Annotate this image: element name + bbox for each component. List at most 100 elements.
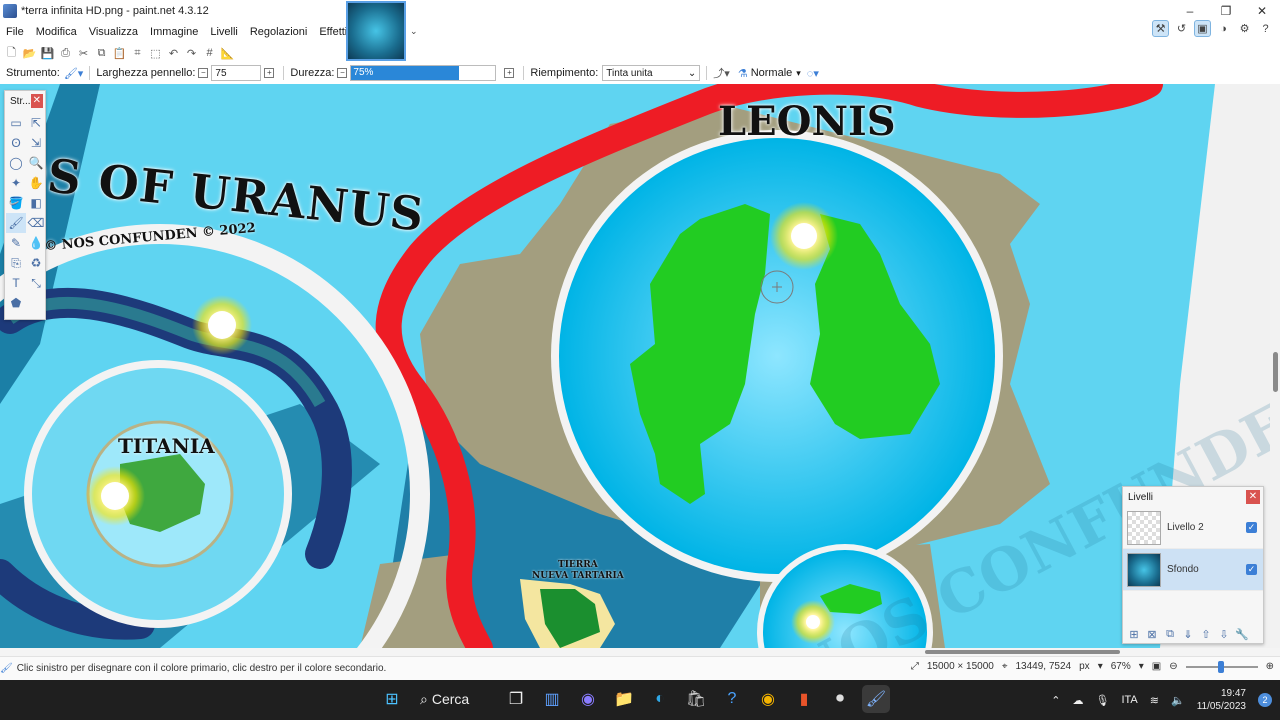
help-icon[interactable]: ? xyxy=(1257,20,1274,37)
clone-stamp-icon[interactable]: ⎘ xyxy=(6,253,26,273)
brush-width-input[interactable]: 75 xyxy=(211,65,262,81)
menu-immagine[interactable]: Immagine xyxy=(144,26,204,38)
maximize-button[interactable]: ❐ xyxy=(1208,0,1244,22)
lasso-select-icon[interactable]: ʘ xyxy=(6,133,26,153)
zoom-fit-icon[interactable]: ▣ xyxy=(1152,661,1161,672)
add-layer-icon[interactable]: ⊞ xyxy=(1127,627,1141,641)
merge-down-icon[interactable]: ⇓ xyxy=(1181,627,1195,641)
color-picker-icon[interactable]: 💧 xyxy=(26,233,46,253)
menu-livelli[interactable]: Livelli xyxy=(204,26,244,38)
paintbrush-icon[interactable]: 🖌▾ xyxy=(64,67,84,80)
layers-panel-close-icon[interactable]: ✕ xyxy=(1246,490,1260,504)
zoom-in-icon[interactable]: ⊕ xyxy=(1266,661,1274,672)
hardness-increase-button[interactable]: + xyxy=(504,68,515,78)
onedrive-icon[interactable]: ☁ xyxy=(1073,694,1084,707)
tools-panel-close-icon[interactable]: ✕ xyxy=(30,94,43,108)
gradient-icon[interactable]: ◧ xyxy=(26,193,46,213)
recolor-icon[interactable]: ♻ xyxy=(26,253,46,273)
language-indicator[interactable]: ITA xyxy=(1121,694,1137,706)
store-icon[interactable]: 🛍 xyxy=(682,685,710,713)
teams-chat-icon[interactable]: ◉ xyxy=(574,685,602,713)
microphone-icon[interactable]: 🎙 xyxy=(1096,694,1110,707)
blend-mode-icon[interactable]: ⚗ xyxy=(738,67,748,80)
ellipse-select-icon[interactable]: ◯ xyxy=(6,153,26,173)
shapes-icon[interactable]: ⬟ xyxy=(6,293,26,313)
text-icon[interactable]: T xyxy=(6,273,26,293)
paintnet-taskbar-icon[interactable]: 🖌 xyxy=(862,685,890,713)
tools-window-toggle-icon[interactable]: ⚒ xyxy=(1152,20,1169,37)
new-file-icon[interactable]: 🗋 xyxy=(4,46,19,61)
units-select[interactable]: px xyxy=(1079,661,1090,672)
layer-row-sfondo[interactable]: Sfondo ✓ xyxy=(1123,549,1263,591)
delete-layer-icon[interactable]: ⊠ xyxy=(1145,627,1159,641)
menu-file[interactable]: File xyxy=(0,26,30,38)
history-window-toggle-icon[interactable]: ↺ xyxy=(1173,20,1190,37)
menu-visualizza[interactable]: Visualizza xyxy=(83,26,144,38)
image-tab-thumbnail[interactable] xyxy=(346,1,406,61)
recorder-icon[interactable]: ⏺ xyxy=(826,685,854,713)
paint-bucket-icon[interactable]: 🪣 xyxy=(6,193,26,213)
move-selection-icon[interactable]: ⇲ xyxy=(26,133,46,153)
image-tabs-dropdown-icon[interactable]: ⌄ xyxy=(410,26,418,37)
copy-icon[interactable]: ⧉ xyxy=(94,46,109,61)
layer-properties-icon[interactable]: 🔧 xyxy=(1235,627,1249,641)
chevron-down-icon[interactable]: ▾ xyxy=(796,68,801,79)
move-layer-down-icon[interactable]: ⇩ xyxy=(1217,627,1231,641)
chevron-down-icon[interactable]: ▾ xyxy=(1139,661,1144,672)
settings-gear-icon[interactable]: ⚙ xyxy=(1236,20,1253,37)
brush-width-increase-button[interactable]: + xyxy=(264,68,275,78)
zoom-out-icon[interactable]: ⊖ xyxy=(1169,661,1177,672)
notification-badge[interactable]: 2 xyxy=(1258,693,1272,707)
blend-mode-select[interactable]: Normale xyxy=(751,67,793,79)
zoom-icon[interactable]: 🔍 xyxy=(26,153,46,173)
pan-icon[interactable]: ✋ xyxy=(26,173,46,193)
move-selected-icon[interactable]: ⇱ xyxy=(26,113,46,133)
layer-row-livello-2[interactable]: Livello 2 ✓ xyxy=(1123,507,1263,549)
clock[interactable]: 19:47 11/05/2023 xyxy=(1197,687,1246,713)
image-canvas[interactable]: DS OF URANUS © NOS CONFUNDEN © 2022 LEON… xyxy=(0,84,1280,648)
file-explorer-icon[interactable]: 📁 xyxy=(610,685,638,713)
ruler-icon[interactable]: 📐 xyxy=(220,46,235,61)
grid-icon[interactable]: # xyxy=(202,46,217,61)
volume-icon[interactable]: 🔈 xyxy=(1171,694,1185,707)
pencil-icon[interactable]: ✎ xyxy=(6,233,26,253)
line-curve-icon[interactable]: ⤡ xyxy=(26,273,46,293)
zoom-value[interactable]: 67% xyxy=(1111,661,1131,672)
duplicate-layer-icon[interactable]: ⧉ xyxy=(1163,627,1177,641)
crop-icon[interactable]: ⌗ xyxy=(130,46,145,61)
chevron-down-icon[interactable]: ▾ xyxy=(1098,661,1103,672)
office-icon[interactable]: ▮ xyxy=(790,685,818,713)
edge-browser-icon[interactable]: ◐ xyxy=(646,685,674,713)
chrome-icon[interactable]: ◉ xyxy=(754,685,782,713)
open-file-icon[interactable]: 📂 xyxy=(22,46,37,61)
undo-icon[interactable]: ↶ xyxy=(166,46,181,61)
deselect-icon[interactable]: ⬚ xyxy=(148,46,163,61)
colors-window-toggle-icon[interactable]: ◑ xyxy=(1215,20,1232,37)
menu-modifica[interactable]: Modifica xyxy=(30,26,83,38)
minimize-button[interactable]: – xyxy=(1172,0,1208,22)
rectangle-select-icon[interactable]: ▭ xyxy=(6,113,26,133)
save-icon[interactable]: 💾 xyxy=(40,46,55,61)
fill-select[interactable]: Tinta unita ⌄ xyxy=(602,65,701,81)
selection-mode-icon[interactable]: ◌▾ xyxy=(807,67,819,80)
menu-regolazioni[interactable]: Regolazioni xyxy=(244,26,313,38)
wifi-icon[interactable]: ≋ xyxy=(1150,694,1159,707)
eraser-icon[interactable]: ⌫ xyxy=(26,213,46,233)
task-view-icon[interactable]: ❐ xyxy=(502,685,530,713)
print-icon[interactable]: ⎙ xyxy=(58,46,73,61)
magic-wand-icon[interactable]: ✦ xyxy=(6,173,26,193)
hardness-slider[interactable]: 75% xyxy=(350,64,497,82)
taskbar-search[interactable]: ⌕ Cerca xyxy=(414,685,494,713)
cut-icon[interactable]: ✂ xyxy=(76,46,91,61)
vertical-scroll-thumb[interactable] xyxy=(1273,352,1278,392)
move-layer-up-icon[interactable]: ⇧ xyxy=(1199,627,1213,641)
show-hidden-icons-icon[interactable]: ⌃ xyxy=(1051,694,1060,707)
start-icon[interactable]: ⊞ xyxy=(378,685,406,713)
layer-visibility-checkbox[interactable]: ✓ xyxy=(1246,564,1257,575)
help-app-icon[interactable]: ? xyxy=(718,685,746,713)
zoom-slider-knob[interactable] xyxy=(1217,660,1224,673)
layer-visibility-checkbox[interactable]: ✓ xyxy=(1246,522,1257,533)
hardness-decrease-button[interactable]: − xyxy=(337,68,348,78)
antialias-icon[interactable]: ⤴▾ xyxy=(713,65,730,81)
layers-window-toggle-icon[interactable]: ▣ xyxy=(1194,20,1211,37)
